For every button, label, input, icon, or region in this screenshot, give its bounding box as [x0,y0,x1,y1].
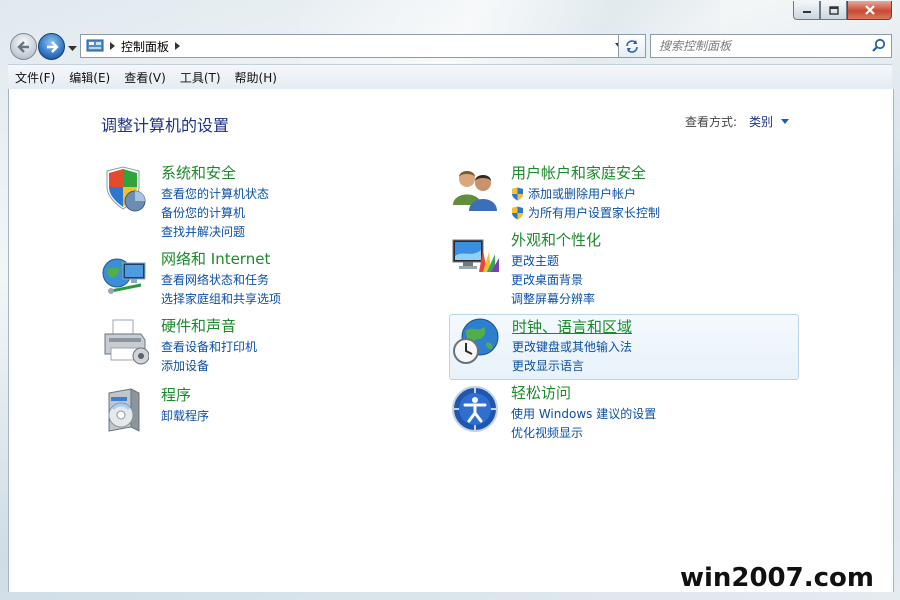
category-network-internet: 网络和 Internet 查看网络状态和任务 选择家庭组和共享选项 [101,248,461,313]
maximize-icon [828,5,839,15]
clock-globe-icon [453,318,499,364]
link-add-remove-accounts[interactable]: 添加或删除用户帐户 [511,184,660,203]
forward-button[interactable] [38,33,65,60]
search-input[interactable] [657,38,866,54]
link-optimize-display[interactable]: 优化视频显示 [511,423,656,442]
menu-bar: 文件(F) 编辑(E) 查看(V) 工具(T) 帮助(H) [8,64,892,90]
link-change-keyboard[interactable]: 更改键盘或其他输入法 [512,337,632,356]
link-troubleshoot[interactable]: 查找并解决问题 [161,222,269,241]
category-title[interactable]: 用户帐户和家庭安全 [511,162,646,183]
link-backup[interactable]: 备份您的计算机 [161,203,269,222]
uac-shield-icon [512,206,523,219]
link-screen-resolution[interactable]: 调整屏幕分辨率 [511,289,595,308]
view-by-label: 查看方式: [685,115,738,129]
recent-pages-dropdown[interactable] [68,41,77,55]
category-title[interactable]: 轻松访问 [511,382,571,403]
link-windows-recommended[interactable]: 使用 Windows 建议的设置 [511,404,656,423]
breadcrumb-control-panel[interactable]: 控制面板 [121,38,169,55]
link-uninstall-program[interactable]: 卸载程序 [161,406,209,425]
menu-tools[interactable]: 工具(T) [173,69,228,86]
users-icon [453,171,497,211]
monitor-palette-icon [452,239,499,272]
view-by-value: 类别 [749,115,774,129]
back-button[interactable] [10,33,37,60]
shield-computer-icon [106,166,146,212]
navigation-bar: 控制面板 [8,32,892,60]
refresh-icon [626,40,638,53]
category-user-accounts: 用户帐户和家庭安全 添加或删除用户帐户 为所有用户设置家长控制 [451,162,811,227]
menu-view[interactable]: 查看(V) [117,69,173,86]
link-change-theme[interactable]: 更改主题 [511,251,595,270]
window-caption-buttons [793,1,892,20]
back-arrow-icon [16,40,29,53]
category-title[interactable]: 系统和安全 [161,162,236,183]
minimize-icon [802,11,811,13]
category-hardware-sound: 硬件和声音 查看设备和打印机 添加设备 [101,315,461,380]
printer-icon [104,319,149,365]
view-by-dropdown[interactable]: 类别 [749,113,790,130]
ease-of-access-icon [452,386,498,432]
link-change-background[interactable]: 更改桌面背景 [511,270,595,289]
link-homegroup[interactable]: 选择家庭组和共享选项 [161,289,281,308]
watermark: win2007.com [679,563,874,593]
minimize-button[interactable] [793,1,820,20]
refresh-button[interactable] [618,34,646,58]
category-title[interactable]: 程序 [161,384,191,405]
category-programs: 程序 卸载程序 [101,384,461,449]
page-title: 调整计算机的设置 [101,116,230,135]
category-title[interactable]: 时钟、语言和区域 [512,316,632,337]
link-parental-controls[interactable]: 为所有用户设置家长控制 [511,203,660,222]
chevron-down-icon [68,46,77,51]
link-add-device[interactable]: 添加设备 [161,356,257,375]
forward-arrow-icon [46,40,59,53]
uac-shield-icon [512,187,523,200]
category-system-security: 系统和安全 查看您的计算机状态 备份您的计算机 查找并解决问题 [101,162,461,239]
menu-edit[interactable]: 编辑(E) [62,69,117,86]
address-bar[interactable]: 控制面板 [80,34,628,58]
search-box[interactable] [650,34,892,58]
close-icon [864,5,875,15]
chevron-down-icon [781,119,790,124]
search-icon[interactable] [872,38,886,52]
control-panel-icon [86,39,104,52]
link-network-status[interactable]: 查看网络状态和任务 [161,270,281,289]
category-ease-of-access: 轻松访问 使用 Windows 建议的设置 优化视频显示 [451,382,811,447]
category-title[interactable]: 网络和 Internet [161,248,270,269]
breadcrumb-expand-icon[interactable] [175,42,181,50]
programs-box-icon [108,388,140,432]
category-appearance: 外观和个性化 更改主题 更改桌面背景 调整屏幕分辨率 [451,229,811,306]
category-title[interactable]: 硬件和声音 [161,315,236,336]
link-display-language[interactable]: 更改显示语言 [512,356,632,375]
category-clock-language-region[interactable]: 时钟、语言和区域 更改键盘或其他输入法 更改显示语言 [449,314,799,380]
link-devices-printers[interactable]: 查看设备和打印机 [161,337,257,356]
maximize-button[interactable] [820,1,847,20]
control-panel-content: 调整计算机的设置 查看方式: 类别 系统和安全 查看您的计算机状态 备份您的计算… [8,89,894,592]
close-button[interactable] [847,1,892,20]
menu-help[interactable]: 帮助(H) [228,69,284,86]
link-view-status[interactable]: 查看您的计算机状态 [161,184,269,203]
network-globe-icon [102,258,146,294]
menu-file[interactable]: 文件(F) [8,69,62,86]
breadcrumb-separator-icon [110,42,115,50]
category-title[interactable]: 外观和个性化 [511,229,601,250]
